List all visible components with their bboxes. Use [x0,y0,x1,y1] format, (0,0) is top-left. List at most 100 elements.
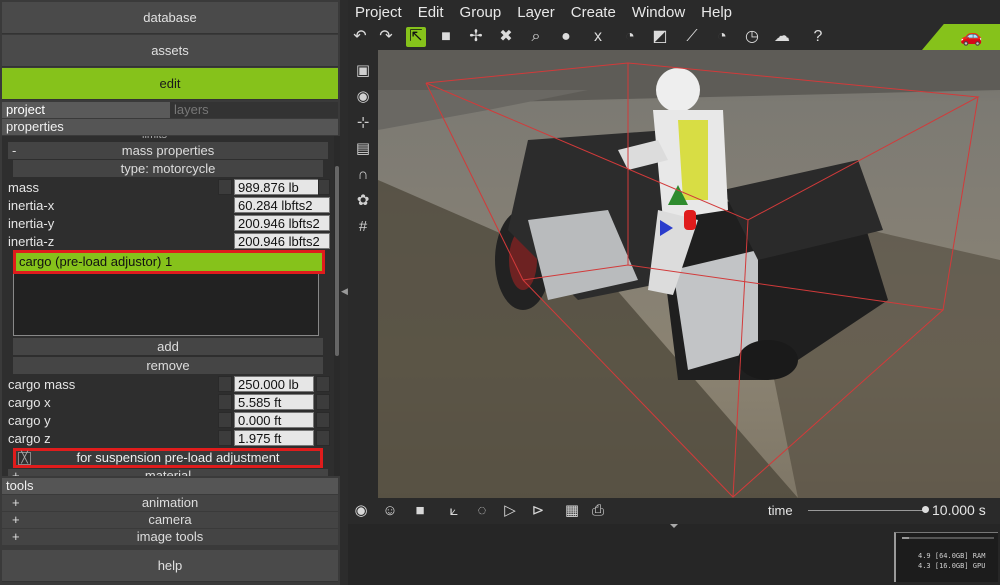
mass-field[interactable]: 989.876 lb [234,179,330,195]
cargo-z-decrement[interactable] [218,430,232,446]
preload-adjustment-checkbox-row[interactable]: ╳ for suspension pre-load adjustment [13,448,323,468]
inertia-x-field[interactable]: 60.284 lbfts2 [234,197,330,213]
transform-icon[interactable]: ✢ [466,27,486,47]
panel-tabs: project layers [2,102,338,118]
orbit-icon[interactable]: ◌ [472,501,492,521]
vehicle-type-label[interactable]: type: motorcycle [13,160,323,177]
mass-increment[interactable] [318,179,330,195]
assets-button[interactable]: assets [2,35,338,67]
cargo-x-increment[interactable] [316,394,330,410]
add-cargo-button[interactable]: add [13,338,323,355]
cargo-list-item-selected[interactable]: cargo (pre-load adjustor) 1 [13,250,325,274]
preload-adjustment-checkbox[interactable]: ╳ [18,452,31,465]
target-icon[interactable]: ◉ [352,86,374,108]
tools-header[interactable]: tools [2,478,338,494]
edit-button[interactable]: edit [2,68,338,100]
cargo-z-field[interactable]: 1.975 ft [234,430,314,446]
time-slider-handle[interactable] [922,506,929,513]
group-icon[interactable]: ☁ [772,27,792,47]
document-icon[interactable]: ▦ [562,501,582,521]
gauge-2-icon[interactable]: ◔ [712,27,732,47]
expand-sign: + [12,469,20,476]
collapse-arrow-icon[interactable]: ◀ [341,286,348,297]
database-button[interactable]: database [2,2,338,34]
cargo-x-field[interactable]: 5.585 ft [234,394,314,410]
x-axis-icon[interactable]: x [588,27,608,47]
path-icon[interactable]: ⟋ [682,27,702,47]
gears-icon[interactable]: ✿ [352,190,374,212]
panel-splitter[interactable]: ◀ [340,0,348,585]
tab-layers[interactable]: layers [170,102,338,118]
cargo-z-increment[interactable] [316,430,330,446]
inertia-z-field[interactable]: 200.946 lbfts2 [234,233,330,249]
print-icon[interactable]: ⎙ [588,501,608,521]
menu-create[interactable]: Create [571,4,616,21]
menu-window[interactable]: Window [632,4,685,21]
rear-wheel [738,340,798,380]
camera-icon[interactable]: ▣ [352,60,374,82]
cargo-y-decrement[interactable] [218,412,232,428]
tab-project[interactable]: project [2,102,170,118]
play-icon[interactable]: ▷ [500,501,520,521]
inertia-y-label: inertia-y [8,216,55,231]
delete-icon[interactable]: ✖ [496,27,516,47]
redo-icon[interactable]: ↷ [376,27,396,47]
scrollbar-thumb[interactable] [335,166,339,356]
mass-decrement[interactable] [218,179,232,195]
axes-icon[interactable]: ⊹ [352,112,374,134]
cargo-mass-label: cargo mass [8,377,76,392]
cargo-list[interactable]: cargo (pre-load adjustor) 1 [13,250,325,336]
expand-sign: + [12,495,20,510]
3d-viewport[interactable] [378,50,1000,498]
figure-icon[interactable]: ● [556,27,576,47]
menu-edit[interactable]: Edit [418,4,444,21]
scene-render [378,50,1000,498]
clock-icon[interactable]: ◷ [742,27,762,47]
undo-icon[interactable]: ↶ [350,27,370,47]
tool-camera[interactable]: + camera [2,512,338,528]
render-icon[interactable]: ◉ [351,501,371,521]
cargo-mass-increment[interactable] [316,376,330,392]
cargo-x-decrement[interactable] [218,394,232,410]
inertia-y-field[interactable]: 200.946 lbfts2 [234,215,330,231]
tool-animation-label: animation [141,495,199,510]
cargo-y-label: cargo y [8,413,51,428]
menu-project[interactable]: Project [355,4,402,21]
cargo-y-field[interactable]: 0.000 ft [234,412,314,428]
cargo-marker-icon[interactable] [684,210,696,230]
gauge-icon[interactable]: ◔ [620,27,640,47]
tag-icon[interactable]: ◩ [650,27,670,47]
zoom-icon[interactable]: ⌕ [526,27,546,47]
menu-help[interactable]: Help [701,4,732,21]
select-add-icon[interactable]: ⇱ [406,27,426,47]
dummy-vest-stripe [678,120,708,200]
tool-animation[interactable]: + animation [2,495,338,511]
collapse-arrow-icon[interactable] [670,524,678,528]
graph-icon[interactable]: ⟀ [444,501,464,521]
film-icon[interactable]: ▤ [352,138,374,160]
gpu-readout: 4.3 [16.0GB] GPU [918,562,986,570]
mass-row: mass 989.876 lb [2,179,334,196]
step-icon[interactable]: ⊳ [528,501,548,521]
time-slider-track[interactable] [808,510,926,511]
stop-icon[interactable]: ■ [410,501,430,521]
box-select-icon[interactable]: ■ [436,27,456,47]
magnet-icon[interactable]: ∩ [352,164,374,186]
help-icon[interactable]: ? [808,27,828,47]
cargo-mass-decrement[interactable] [218,376,232,392]
properties-header[interactable]: properties [2,119,338,135]
grid-icon[interactable]: # [352,216,374,238]
cargo-y-increment[interactable] [316,412,330,428]
menu-group[interactable]: Group [460,4,502,21]
tool-image-tools[interactable]: + image tools [2,529,338,545]
material-title: material [145,469,191,476]
tool-image-tools-label: image tools [136,529,204,544]
help-button[interactable]: help [2,550,338,582]
dummy-icon[interactable]: ☺ [380,501,400,521]
menu-layer[interactable]: Layer [517,4,555,21]
cargo-mass-field[interactable]: 250.000 lb [234,376,314,392]
remove-cargo-button[interactable]: remove [13,357,323,374]
mass-properties-section[interactable]: - mass properties [8,142,328,159]
preload-adjustment-label: for suspension pre-load adjustment [76,450,280,465]
material-section[interactable]: + material [8,469,328,476]
